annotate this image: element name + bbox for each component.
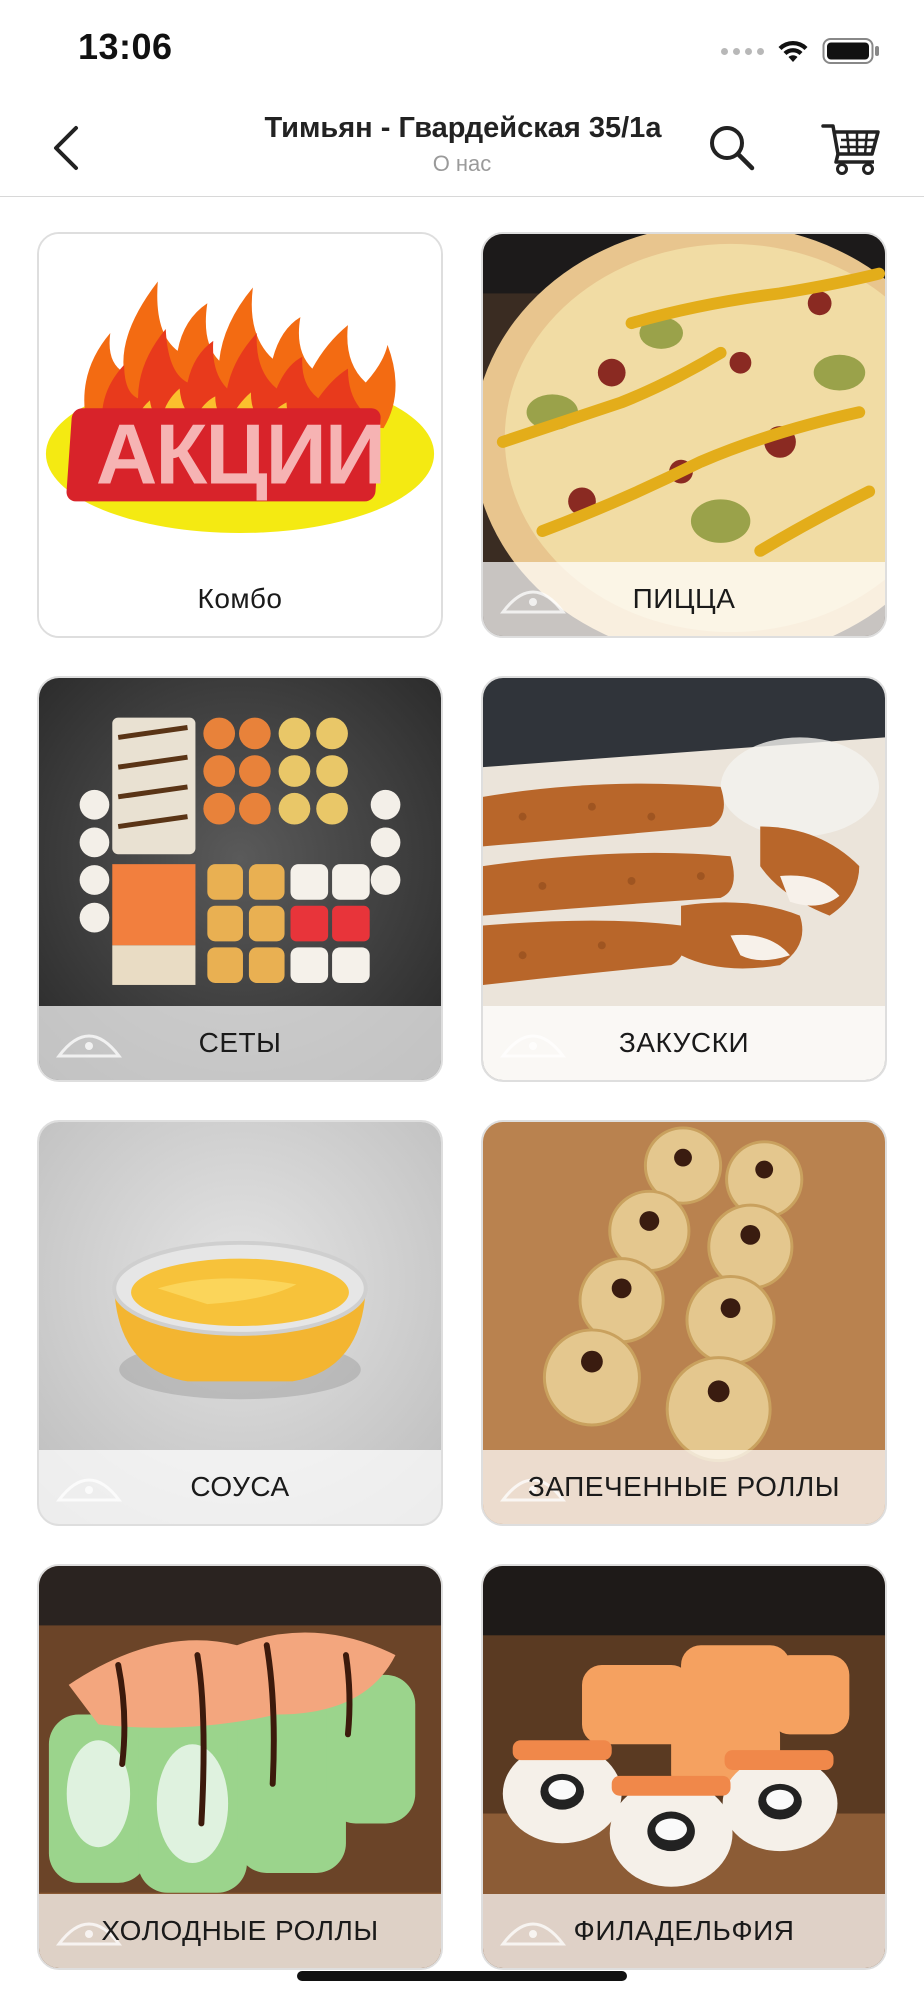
category-label: СОУСА — [39, 1450, 441, 1524]
category-tile-cold-rolls[interactable]: ХОЛОДНЫЕ РОЛЛЫ — [37, 1564, 443, 1970]
battery-icon — [822, 38, 879, 64]
promo-logo-text: АКЦИИ — [96, 408, 384, 503]
category-label: ХОЛОДНЫЕ РОЛЛЫ — [39, 1894, 441, 1968]
category-tile-snacks[interactable]: ЗАКУСКИ — [481, 676, 887, 1082]
search-icon — [710, 126, 755, 171]
status-time: 13:06 — [78, 26, 173, 67]
cart-button[interactable] — [820, 118, 884, 176]
page-subtitle[interactable]: О нас — [433, 151, 492, 177]
cart-icon — [821, 124, 880, 175]
category-label: ЗАПЕЧЕННЫЕ РОЛЛЫ — [483, 1450, 885, 1524]
cellular-signal-icon — [721, 47, 764, 55]
category-grid: АКЦИИ Комбо ПИЦЦА СЕТЫ ЗАКУСКИ СОУСА ЗАП… — [37, 232, 887, 1970]
back-button[interactable] — [46, 124, 90, 172]
wifi-icon — [778, 40, 808, 62]
category-label: ПИЦЦА — [483, 562, 885, 636]
category-tile-combo[interactable]: АКЦИИ Комбо — [37, 232, 443, 638]
category-label: ЗАКУСКИ — [483, 1006, 885, 1080]
search-button[interactable] — [706, 122, 758, 174]
home-indicator[interactable] — [297, 1971, 627, 1981]
status-icons — [721, 34, 880, 68]
category-label: Комбо — [197, 583, 283, 614]
navigation-bar: Тимьян - Гвардейская 35/1а О нас — [0, 100, 924, 197]
category-tile-pizza[interactable]: ПИЦЦА — [481, 232, 887, 638]
category-tile-sauces[interactable]: СОУСА — [37, 1120, 443, 1526]
status-bar: 13:06 — [0, 0, 924, 100]
page-title: Тимьян - Гвардейская 35/1а — [264, 112, 662, 144]
category-label: СЕТЫ — [39, 1006, 441, 1080]
category-tile-sets[interactable]: СЕТЫ — [37, 676, 443, 1082]
chevron-left-icon — [54, 126, 78, 170]
category-tile-baked-rolls[interactable]: ЗАПЕЧЕННЫЕ РОЛЛЫ — [481, 1120, 887, 1526]
category-tile-philadelphia[interactable]: ФИЛАДЕЛЬФИЯ — [481, 1564, 887, 1970]
header-titles: Тимьян - Гвардейская 35/1а О нас — [0, 112, 924, 177]
category-label: ФИЛАДЕЛЬФИЯ — [483, 1894, 885, 1968]
